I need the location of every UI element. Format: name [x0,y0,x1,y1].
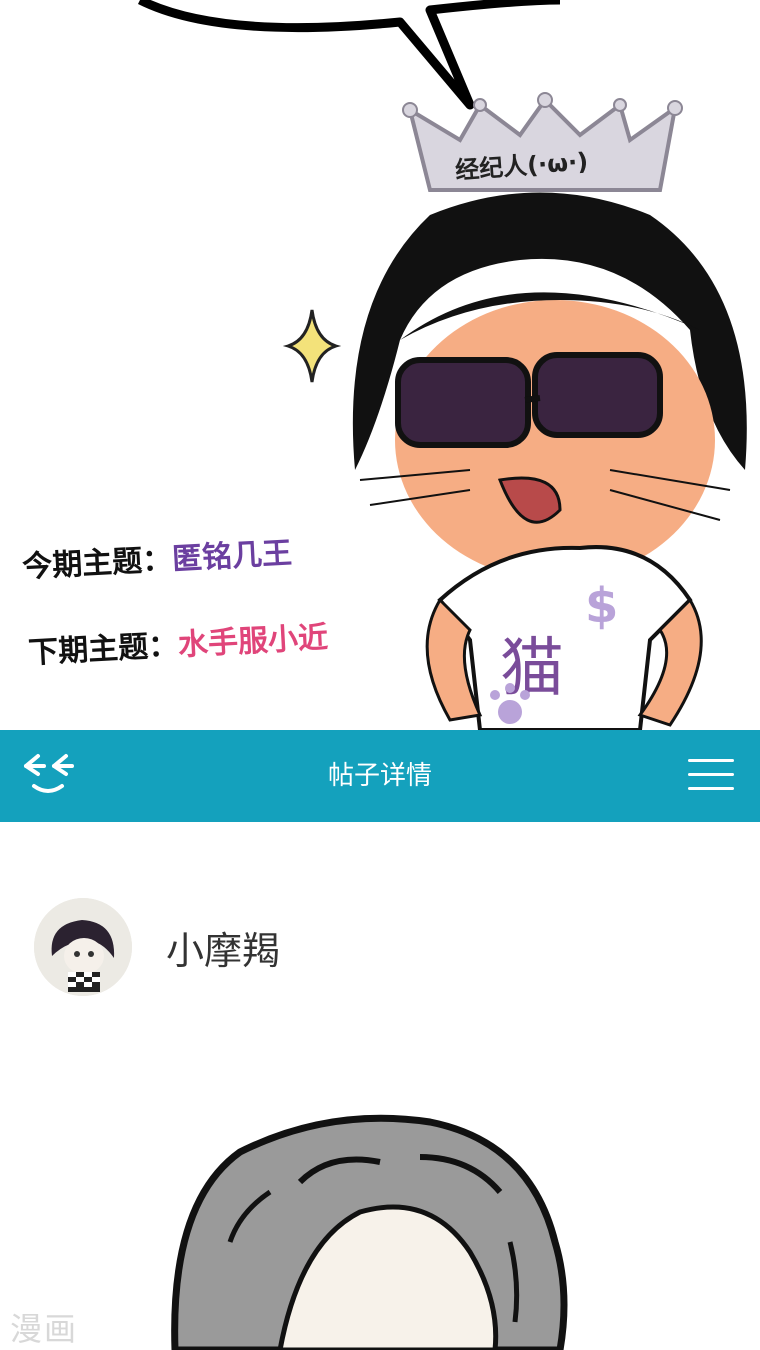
watermark-text: 漫画 [10,1310,79,1348]
comic-illustration: 猫 $ [137,0,747,730]
post-illustration [171,1114,568,1350]
menu-icon [688,759,734,790]
next-theme-value: 水手服小近 [177,620,329,663]
current-theme-value: 匿铭几王 [171,535,293,578]
svg-text:猫: 猫 [500,632,564,706]
menu-button[interactable] [688,752,734,800]
next-theme-label: 下期主题： [27,628,180,671]
svg-text:$: $ [585,578,618,634]
page-title: 帖子详情 [327,761,432,791]
comic-panel: 猫 $ 经纪人(·ω·) 今期主题：匿铭几王 下期主题：水手服小近 [0,0,760,730]
top-navbar: 帖子详情 [0,730,760,822]
post-content: 小摩羯 漫画 [0,822,760,1350]
current-theme-label: 今期主题： [21,542,174,586]
